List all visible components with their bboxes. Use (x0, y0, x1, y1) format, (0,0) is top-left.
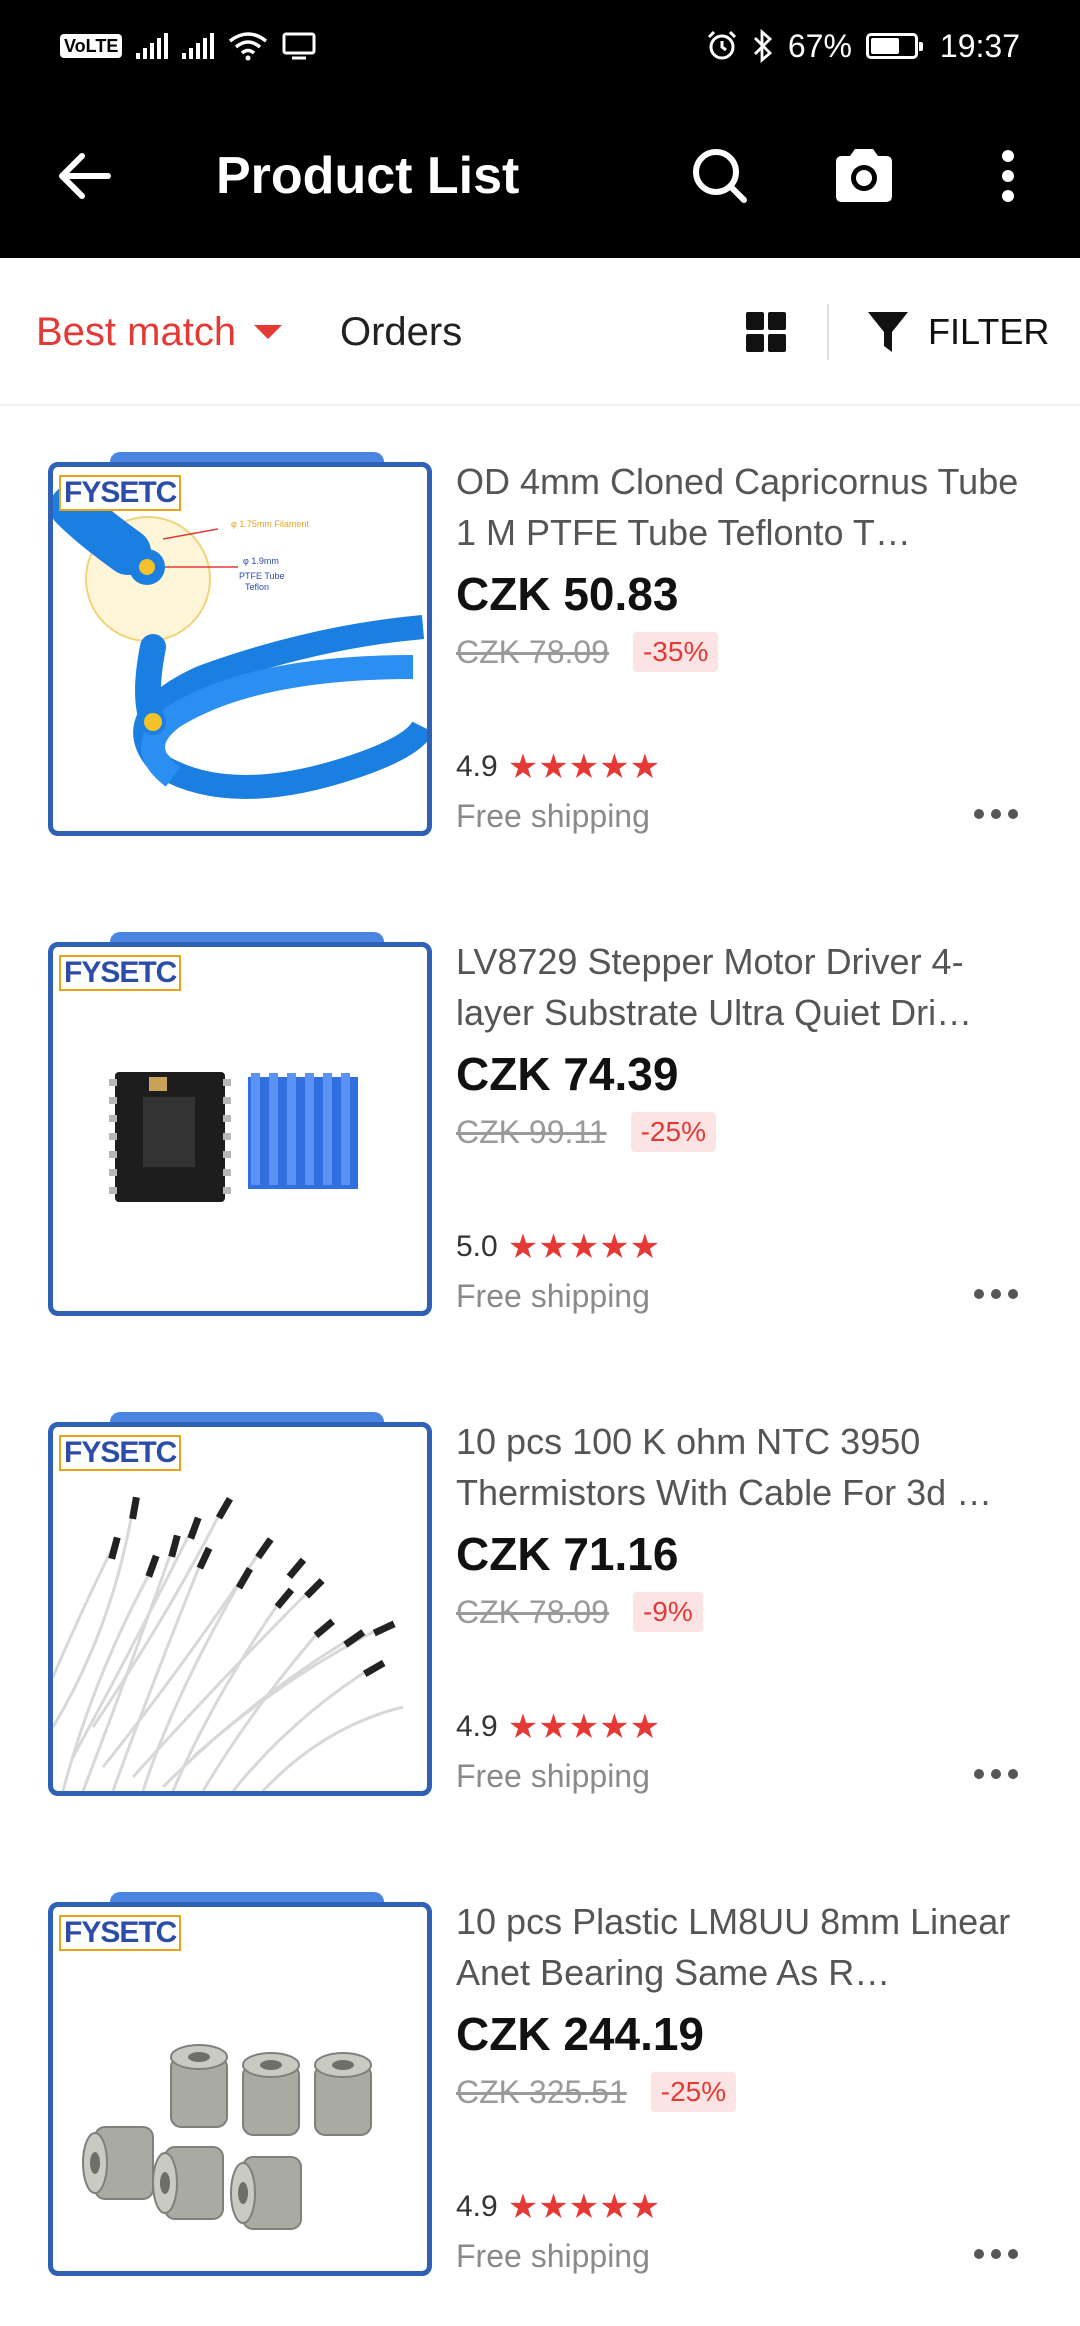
sort-best-match[interactable]: Best match (36, 308, 283, 356)
sort-orders[interactable]: Orders (340, 308, 462, 356)
stepper-driver-image (109, 1072, 358, 1202)
rating-row: 5.0 ★★★★★ (456, 1228, 660, 1266)
sort-bar: Best match Orders FILTER (0, 258, 1080, 406)
filter-icon (868, 312, 908, 352)
product-price: CZK 244.19 (456, 2008, 705, 2060)
signal-icon (136, 33, 169, 59)
brand-logo: FYSETC (59, 475, 182, 511)
discount-badge: -25% (650, 2072, 737, 2112)
list-item[interactable]: FYSETC 10 pcs Plastic LM8UU 8mm Linear A… (0, 1846, 1080, 2326)
discount-badge: -35% (632, 632, 719, 672)
rating-row: 4.9 ★★★★★ (456, 748, 660, 786)
product-title[interactable]: LV8729 Stepper Motor Driver 4-layer Subs… (456, 936, 1036, 1038)
list-item[interactable]: φ 1.75mm Filament φ 1.9mm PTFE Tube Tefl… (0, 406, 1080, 886)
svg-text:φ 1.9mm: φ 1.9mm (243, 556, 279, 566)
divider (827, 304, 829, 360)
brand-logo: FYSETC (59, 1915, 182, 1951)
thermistor-cables-image (53, 1496, 404, 1791)
original-price: CZK 325.51 (456, 2074, 627, 2110)
product-image[interactable]: FYSETC (48, 1902, 432, 2276)
discount-badge: -25% (630, 1112, 716, 1152)
battery-fill (870, 38, 900, 54)
grid-view-icon[interactable] (746, 312, 786, 352)
rating-value: 5.0 (456, 1230, 498, 1263)
svg-text:φ 1.75mm Filament: φ 1.75mm Filament (231, 519, 309, 529)
filter-button[interactable]: FILTER (866, 308, 1049, 356)
original-price: CZK 78.09 (456, 634, 609, 670)
product-title[interactable]: OD 4mm Cloned Capricornus Tube 1 M PTFE … (456, 456, 1036, 558)
price-row: CZK 78.09 -35% (456, 632, 719, 672)
rating-row: 4.9 ★★★★★ (456, 1708, 660, 1746)
caret-down-icon (254, 325, 283, 339)
more-horiz-icon[interactable] (974, 2244, 1018, 2264)
shipping-label: Free shipping (456, 1278, 650, 1314)
product-price: CZK 71.16 (456, 1528, 679, 1580)
price-row: CZK 99.11 -25% (456, 1112, 716, 1152)
rating-value: 4.9 (456, 1710, 498, 1743)
brand-logo: FYSETC (59, 1435, 182, 1471)
star-rating-icon: ★★★★★ (507, 2188, 661, 2226)
list-item[interactable]: FYSETC 10 pcs 100 K ohm NTC 3950 Thermis… (0, 1366, 1080, 1846)
star-rating-icon: ★★★★★ (507, 748, 661, 786)
linear-bearings-image (82, 2044, 372, 2230)
bluetooth-icon (753, 29, 772, 63)
shipping-label: Free shipping (456, 2238, 650, 2274)
list-item[interactable]: FYSETC LV8729 Stepper Motor Driver 4-lay… (0, 886, 1080, 1366)
search-icon[interactable] (682, 138, 758, 214)
page-title: Product List (216, 147, 520, 205)
original-price: CZK 78.09 (456, 1594, 609, 1630)
product-title[interactable]: 10 pcs Plastic LM8UU 8mm Linear Anet Bea… (456, 1896, 1036, 1998)
discount-badge: -9% (632, 1592, 703, 1632)
signal-icon (182, 33, 215, 59)
wifi-icon (229, 32, 268, 61)
battery-percent: 67% (787, 27, 852, 64)
product-image[interactable]: FYSETC (48, 1422, 432, 1796)
rating-row: 4.9 ★★★★★ (456, 2188, 660, 2226)
rating-value: 4.9 (456, 2190, 498, 2223)
status-left: VoLTE (60, 31, 316, 61)
star-rating-icon: ★★★★★ (507, 1708, 661, 1746)
shipping-label: Free shipping (456, 798, 650, 834)
product-price: CZK 74.39 (456, 1048, 679, 1100)
more-vert-icon[interactable] (978, 138, 1038, 214)
camera-icon[interactable] (826, 138, 902, 214)
ptfe-tube-image: φ 1.75mm Filament φ 1.9mm PTFE Tube Tefl… (53, 484, 427, 799)
more-horiz-icon[interactable] (974, 1764, 1018, 1784)
back-arrow-icon[interactable] (52, 144, 116, 208)
sort-best-match-label: Best match (36, 310, 237, 354)
alarm-icon (707, 30, 736, 60)
price-row: CZK 325.51 -25% (456, 2072, 737, 2112)
svg-text:Teflon: Teflon (245, 582, 269, 592)
product-image[interactable]: φ 1.75mm Filament φ 1.9mm PTFE Tube Tefl… (48, 462, 432, 836)
product-price: CZK 50.83 (456, 568, 679, 620)
status-right: 67% 19:37 (706, 28, 1020, 65)
svg-text:PTFE Tube: PTFE Tube (239, 571, 285, 581)
original-price: CZK 99.11 (456, 1114, 607, 1150)
screen-cast-icon (282, 32, 316, 60)
brand-logo: FYSETC (59, 955, 182, 991)
volte-icon: VoLTE (60, 34, 123, 58)
app-bar: Product List (0, 92, 1080, 258)
product-list: φ 1.75mm Filament φ 1.9mm PTFE Tube Tefl… (0, 406, 1080, 2326)
clock: 19:37 (939, 27, 1020, 64)
star-rating-icon: ★★★★★ (507, 1228, 661, 1266)
rating-value: 4.9 (456, 750, 498, 783)
filter-label: FILTER (928, 311, 1050, 352)
product-image[interactable]: FYSETC (48, 942, 432, 1316)
shipping-label: Free shipping (456, 1758, 650, 1794)
battery-icon (865, 33, 923, 59)
more-horiz-icon[interactable] (974, 804, 1018, 824)
product-title[interactable]: 10 pcs 100 K ohm NTC 3950 Thermistors Wi… (456, 1416, 1036, 1518)
price-row: CZK 78.09 -9% (456, 1592, 703, 1632)
status-bar: VoLTE 67% 19:37 (0, 0, 1080, 92)
more-horiz-icon[interactable] (974, 1284, 1018, 1304)
